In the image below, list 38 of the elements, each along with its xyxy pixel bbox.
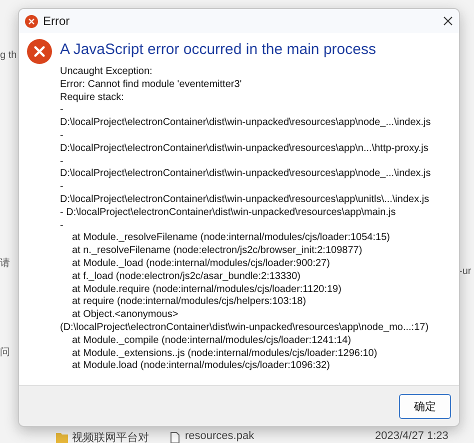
error-text: (D:\localProject\electronContainer\dist\win-unpacked\resources\app\node_mo...:17) xyxy=(60,322,430,335)
stack-frame: at Module._resolveFilename (node:internal/modules/cjs/loader:1054:15) xyxy=(60,232,431,246)
background-text: 问 xyxy=(0,346,10,359)
stack-frame: at Module._extensions..js (node:internal/modules/cjs/loader:1296:10) xyxy=(60,348,431,360)
background-text: g th xyxy=(0,50,17,61)
error-text: - xyxy=(60,156,64,168)
folder-name: 视频联网平台对 xyxy=(72,431,149,443)
error-text: Require stack: xyxy=(60,92,125,104)
error-heading: A JavaScript error occurred in the main process xyxy=(60,41,377,58)
stack-frame: at Module._load (node:internal/modules/cjs/loader:900:27) xyxy=(60,258,431,271)
error-text: D:\localProject\electronContainer\dist\win-unpacked\resources\app\unitls\...\index.js xyxy=(60,194,430,207)
error-icon xyxy=(27,39,52,64)
background-text: -ur xyxy=(459,266,472,277)
stack-frame: at Module._compile (node:internal/modules/cjs/loader:1241:14) xyxy=(60,334,431,348)
error-text: Uncaught Exception: xyxy=(60,66,154,79)
stack-frame: at f._load (node:electron/js2c/asar_bundle:2:13330) xyxy=(60,270,431,284)
error-text: D:\localProject\electronContainer\dist\win-unpacked\resources\app\node_...\index.js xyxy=(60,117,431,130)
error-text: D:\localProject\electronContainer\dist\win-unpacked\resources\app\node_...\index.js xyxy=(60,168,431,182)
stack-frame: at Module.require (node:internal/modules/cjs/loader:1120:19) xyxy=(60,284,431,296)
error-text: Error: Cannot find module 'eventemitter3' xyxy=(60,78,243,92)
stack-frame: at require (node:internal/modules/cjs/helpers:103:18) xyxy=(60,296,431,310)
error-text: - xyxy=(60,220,64,232)
error-text: - D:\localProject\electronContainer\dist\win-unpacked\resources\app\main.js xyxy=(60,206,397,220)
ok-button[interactable]: 确定 xyxy=(399,394,451,418)
stack-frame: at n._resolveFilename (node:electron/js2c/browser_init:2:109877) xyxy=(60,245,431,258)
background-text: 请 xyxy=(0,256,10,270)
error-icon xyxy=(25,14,38,28)
error-text: - xyxy=(60,104,64,118)
file-name: resources.pak xyxy=(185,430,254,442)
stack-frame: at Module.load (node:internal/modules/cjs/loader:1096:32) xyxy=(60,360,431,374)
error-text: - xyxy=(60,181,64,194)
file-date: 2023/4/27 1:23 xyxy=(375,430,448,442)
window-title: Error xyxy=(43,14,71,28)
folder-icon xyxy=(56,432,68,443)
close-icon[interactable] xyxy=(443,16,453,26)
error-text: - xyxy=(60,130,64,143)
stack-frame: at Object.<anonymous> xyxy=(60,309,431,322)
error-text: D:\localProject\electronContainer\dist\win-unpacked\resources\app\n...\http-proxy.js xyxy=(60,142,430,156)
